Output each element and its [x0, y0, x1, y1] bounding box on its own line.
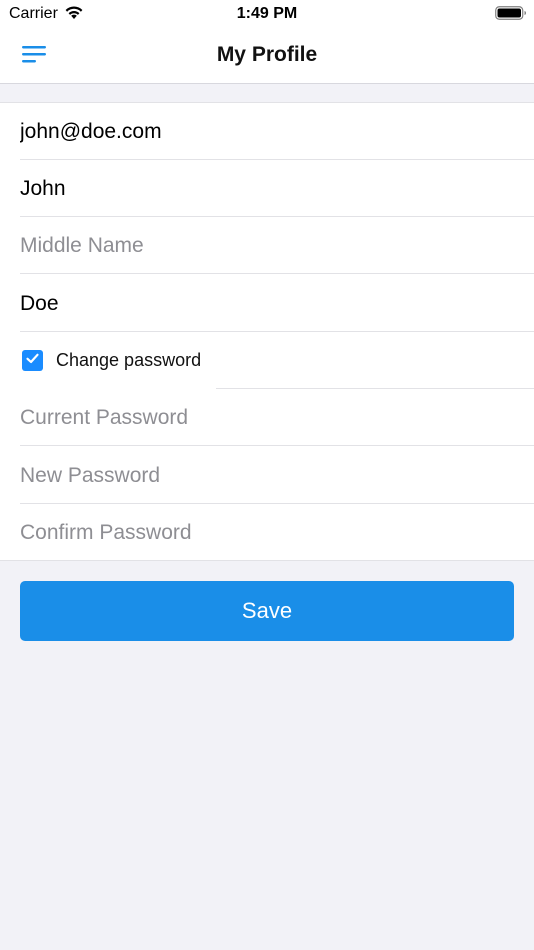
status-bar: Carrier 1:49 PM [0, 0, 534, 28]
page-title: My Profile [216, 43, 318, 66]
new-password-field[interactable] [20, 447, 520, 504]
navigation-bar: My Profile [0, 28, 534, 84]
first-name-row [0, 160, 534, 217]
email-field[interactable] [20, 103, 520, 160]
change-password-label[interactable]: Change password [56, 350, 201, 371]
last-name-row [0, 275, 534, 332]
profile-form: Change password [0, 102, 534, 561]
row-divider [20, 273, 534, 274]
last-name-field[interactable] [20, 275, 520, 332]
battery-icon [495, 5, 527, 21]
email-row [0, 103, 534, 160]
middle-name-row [0, 217, 534, 274]
confirm-password-field[interactable] [20, 504, 520, 561]
save-button[interactable]: Save [20, 581, 514, 641]
checkmark-icon [25, 351, 40, 371]
change-password-checkbox[interactable] [22, 350, 43, 371]
confirm-password-row [0, 504, 534, 561]
current-password-field[interactable] [20, 389, 520, 446]
middle-name-field[interactable] [20, 217, 520, 274]
new-password-row [0, 447, 534, 504]
change-password-row: Change password [0, 332, 534, 389]
status-time: 1:49 PM [236, 5, 298, 22]
current-password-row [0, 389, 534, 446]
first-name-field[interactable] [20, 160, 520, 217]
row-divider [20, 445, 534, 446]
